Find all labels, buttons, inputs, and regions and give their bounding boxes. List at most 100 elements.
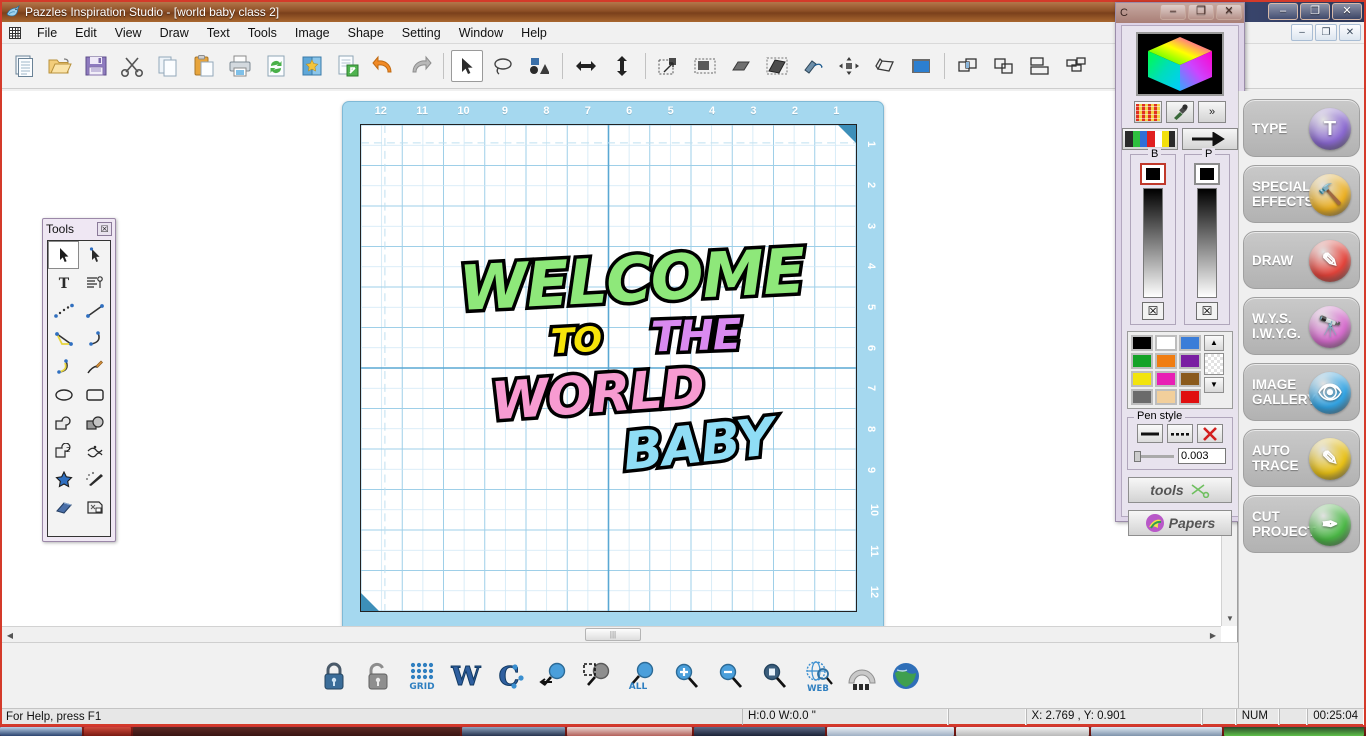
mdi-close-button[interactable]: ✕: [1339, 24, 1361, 41]
lasso-icon[interactable]: [487, 50, 519, 82]
swatch-scroll-up-button[interactable]: ▲: [1204, 335, 1224, 351]
rgb-color-cube[interactable]: [1136, 32, 1224, 96]
web-icon[interactable]: WEB: [798, 656, 838, 696]
distribute-icon[interactable]: [833, 50, 865, 82]
eraser-tool-icon[interactable]: [48, 493, 79, 521]
swatch-scroll-arrows[interactable]: ▲ ▼: [1204, 335, 1224, 405]
paste-clipboard-icon[interactable]: [188, 50, 220, 82]
zoom-selection-icon[interactable]: [578, 656, 618, 696]
shadow-shape-tool-icon[interactable]: [79, 409, 110, 437]
node-edit-tool-icon[interactable]: [79, 241, 110, 269]
zoom-previous-icon[interactable]: [534, 656, 574, 696]
color-panel-minimize-button[interactable]: –: [1160, 4, 1186, 20]
sidebar-item-type[interactable]: TYPE T: [1243, 99, 1360, 157]
sidebar-item-cut-project[interactable]: CUT PROJECT ✒: [1243, 495, 1360, 553]
zoom-page-icon[interactable]: [754, 656, 794, 696]
sidebar-item-wysiwyg[interactable]: W.Y.S. I.W.Y.G. 🔭: [1243, 297, 1360, 355]
cut-scissors-icon[interactable]: [116, 50, 148, 82]
no-line-icon[interactable]: [1197, 424, 1223, 443]
grid-icon[interactable]: GRID: [402, 656, 442, 696]
w-icon[interactable]: W: [446, 656, 486, 696]
color-swatch[interactable]: [1131, 353, 1153, 369]
duplicate-shape-tool-icon[interactable]: 2: [48, 437, 79, 465]
angle-line-tool-icon[interactable]: [48, 325, 79, 353]
menu-edit[interactable]: Edit: [66, 23, 106, 43]
brush-none-button[interactable]: ☒: [1142, 302, 1164, 320]
horizontal-scrollbar[interactable]: ◀ ▶ |||: [2, 626, 1221, 642]
arrange-icon[interactable]: [1060, 50, 1092, 82]
undo-icon[interactable]: [368, 50, 400, 82]
solid-line-icon[interactable]: [1137, 424, 1163, 443]
color-swatch[interactable]: [1179, 335, 1201, 351]
mdi-minimize-button[interactable]: –: [1291, 24, 1313, 41]
mat-work-area[interactable]: WELCOME TO THE WORLD BABY: [360, 124, 857, 612]
scale-icon[interactable]: [653, 50, 685, 82]
refresh-icon[interactable]: [260, 50, 292, 82]
pen-value-slider[interactable]: [1197, 188, 1217, 298]
save-floppy-icon[interactable]: [80, 50, 112, 82]
library-book-icon[interactable]: [296, 50, 328, 82]
rectangle-tool-icon[interactable]: [79, 381, 110, 409]
taskbar-item[interactable]: [694, 727, 826, 736]
brush-pen-controls[interactable]: B ☒ P ☒: [1122, 148, 1238, 325]
tools-palette-close-button[interactable]: ☒: [97, 222, 112, 236]
globe-icon[interactable]: [886, 656, 926, 696]
taskbar-item[interactable]: [566, 727, 693, 736]
color-panel-close-button[interactable]: ✕: [1216, 4, 1242, 20]
pencil-tool-icon[interactable]: [79, 353, 110, 381]
swatch-scroll-down-button[interactable]: ▼: [1204, 377, 1224, 393]
color-swatch[interactable]: [1155, 389, 1177, 405]
select-arrow-icon[interactable]: [451, 50, 483, 82]
open-folder-icon[interactable]: [44, 50, 76, 82]
star-tool-icon[interactable]: [48, 465, 79, 493]
minimize-button[interactable]: –: [1268, 3, 1298, 20]
zoom-out-icon[interactable]: [710, 656, 750, 696]
color-panel-title-bar[interactable]: C – ❐ ✕: [1116, 3, 1244, 23]
color-swatch[interactable]: [1155, 371, 1177, 387]
stamp-tool-icon[interactable]: [79, 493, 110, 521]
redo-icon[interactable]: [404, 50, 436, 82]
import-document-icon[interactable]: [332, 50, 364, 82]
color-swatch-grid[interactable]: [1131, 335, 1201, 405]
color-swatch[interactable]: [1155, 353, 1177, 369]
new-document-icon[interactable]: [8, 50, 40, 82]
window-controls[interactable]: – ❐ ✕: [1268, 3, 1362, 20]
apply-color-button[interactable]: [1182, 128, 1238, 150]
horizontal-scroll-thumb[interactable]: |||: [585, 628, 641, 641]
word-the[interactable]: THE: [647, 306, 745, 365]
scroll-right-button[interactable]: ▶: [1205, 627, 1221, 643]
sidebar-item-special-effects[interactable]: SPECIAL EFFECTS 🔨: [1243, 165, 1360, 223]
eyedropper-icon[interactable]: [1166, 101, 1194, 123]
flip-vertical-icon[interactable]: [606, 50, 638, 82]
color-swatch[interactable]: [1131, 389, 1153, 405]
arc-tool-icon[interactable]: [79, 325, 110, 353]
taskbar-item[interactable]: [827, 727, 955, 736]
menu-shape[interactable]: Shape: [339, 23, 393, 43]
cutting-mat[interactable]: 12 11 10 9 8 7 6 5 4 3 2 1 1 2 3 4 5 6 7 8 9 10 11 12 WELCOME T…: [342, 101, 884, 626]
dotted-path-tool-icon[interactable]: [48, 297, 79, 325]
skew-icon[interactable]: [725, 50, 757, 82]
color-panel-controls[interactable]: – ❐ ✕: [1160, 4, 1242, 20]
sidebar-item-image-gallery[interactable]: IMAGE GALLERY 👁: [1243, 363, 1360, 421]
taskbar-item[interactable]: [956, 727, 1089, 736]
color-panel[interactable]: C – ❐ ✕ » B ☒ P ☒ ▲ ▼ Pen style 0.003 to…: [1115, 2, 1245, 536]
scroll-left-button[interactable]: ◀: [2, 627, 18, 643]
pen-color-group[interactable]: P ☒: [1184, 148, 1230, 325]
zoom-all-icon[interactable]: ALL: [622, 656, 662, 696]
group-icon[interactable]: [988, 50, 1020, 82]
menu-tools[interactable]: Tools: [239, 23, 286, 43]
color-swatch[interactable]: [1131, 371, 1153, 387]
scroll-down-button[interactable]: ▼: [1222, 610, 1238, 626]
taskbar-item[interactable]: [462, 727, 565, 736]
menu-file[interactable]: File: [28, 23, 66, 43]
text-tool-icon[interactable]: T: [48, 269, 79, 297]
pen-width-slider[interactable]: [1134, 449, 1174, 463]
tools-palette[interactable]: Tools ☒ T 2: [42, 218, 116, 542]
word-to[interactable]: TO: [546, 316, 605, 366]
unlock-icon[interactable]: [358, 656, 398, 696]
tools-grid[interactable]: T 2: [47, 240, 111, 537]
maximize-button[interactable]: ❐: [1300, 3, 1330, 20]
color-panel-body[interactable]: » B ☒ P ☒ ▲ ▼ Pen style 0.003 tools Pape…: [1121, 25, 1239, 536]
pen-style-buttons[interactable]: [1132, 424, 1228, 443]
copy-icon[interactable]: [152, 50, 184, 82]
